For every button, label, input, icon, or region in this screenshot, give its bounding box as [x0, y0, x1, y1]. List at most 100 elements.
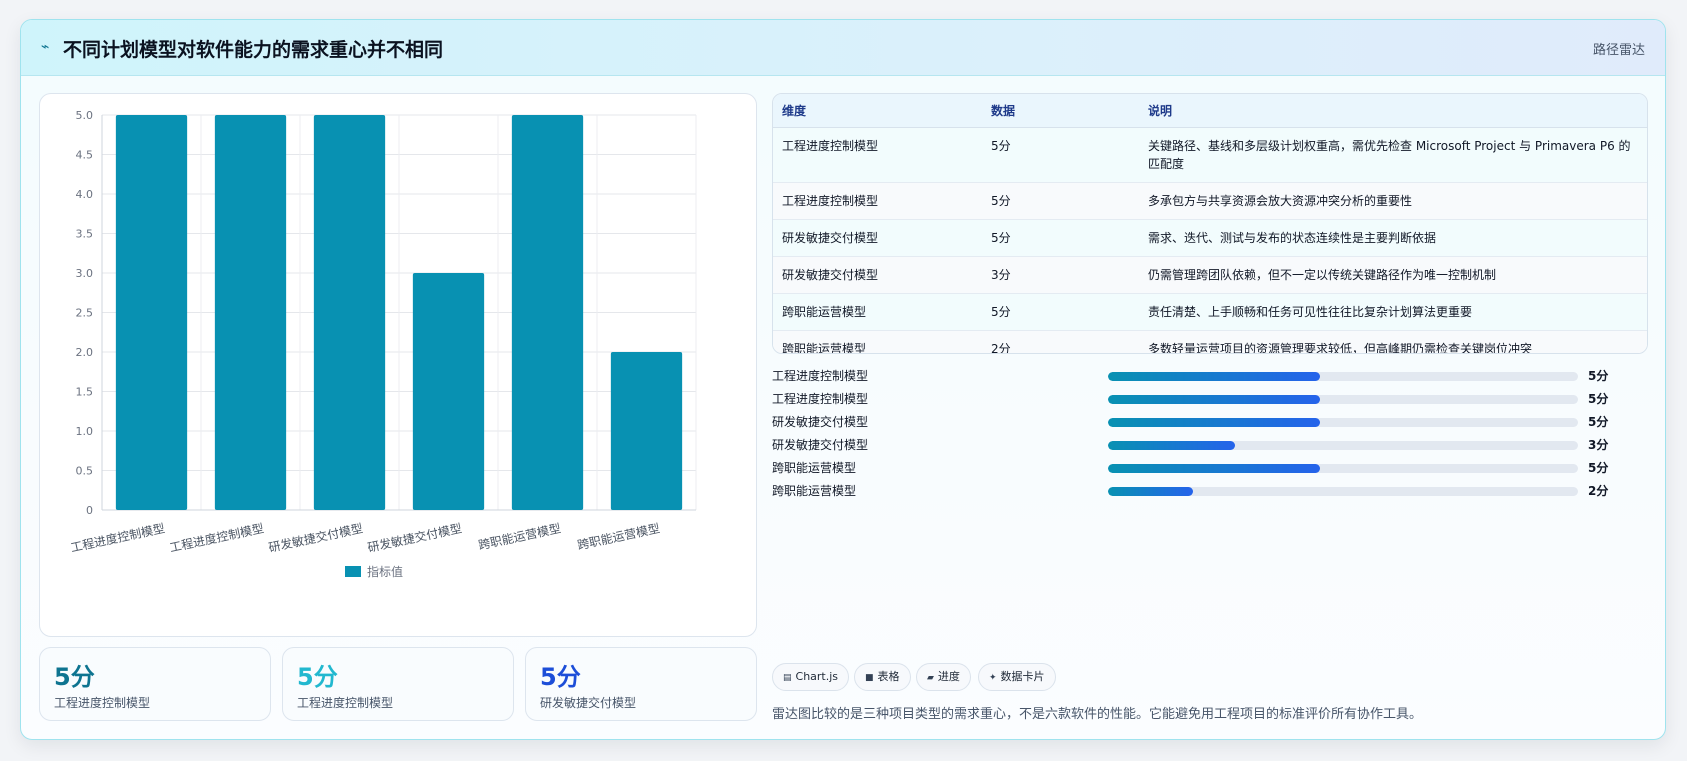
table-row: 研发敏捷交付模型 3分 仍需管理跨团队依赖，但不一定以传统关键路径作为唯一控制机…	[773, 256, 1647, 294]
progress-fill	[1108, 395, 1320, 404]
y-tick-label: 0	[86, 504, 93, 517]
bar-chart: 0 0.5 1.0 1.5 2.0 2.5 3.0 3.5 4.0 4.5 5.0 工程进度控制模型工…	[69, 109, 697, 579]
table-cell: 工程进度控制模型	[773, 182, 982, 220]
chip-label: 数据卡片	[1000, 670, 1045, 683]
kpi-value: 5分	[540, 663, 581, 691]
progress-track	[1108, 372, 1578, 381]
y-tick-label: 1.5	[76, 386, 94, 399]
chip-progress[interactable]: ▰ 进度	[916, 663, 971, 691]
progress-list: 工程进度控制模型 5分 工程进度控制模型 5分 研发敏捷交付模型 5分 研发敏捷…	[772, 362, 1648, 500]
table-cell: 跨职能运营模型	[773, 330, 982, 353]
progress-track	[1108, 418, 1578, 427]
table-cell: 研发敏捷交付模型	[773, 219, 982, 257]
table-cell: 责任清楚、上手顺畅和任务可见性往往比复杂计划算法更重要	[1139, 293, 1647, 331]
progress-row: 研发敏捷交付模型 5分	[772, 408, 1648, 431]
column-header: 说明	[1139, 94, 1647, 128]
x-tick-label: 工程进度控制模型	[69, 520, 166, 555]
footnote: 雷达图比较的是三种项目类型的需求重心，不是六款软件的性能。它能避免用工程项目的标…	[772, 707, 1423, 722]
progress-fill	[1108, 464, 1320, 473]
progress-track	[1108, 487, 1578, 496]
y-tick-label: 2.0	[76, 346, 94, 359]
x-tick-label: 跨职能运营模型	[576, 521, 661, 552]
table-row: 跨职能运营模型 5分 责任清楚、上手顺畅和任务可见性往往比复杂计划算法更重要	[773, 293, 1647, 331]
bar	[214, 115, 287, 510]
chip-data-card[interactable]: ✦ 数据卡片	[978, 663, 1056, 691]
table-cell: 5分	[982, 293, 1139, 331]
y-tick-label: 5.0	[76, 109, 94, 122]
progress-value: 3分	[1588, 438, 1609, 452]
x-tick-label: 研发敏捷交付模型	[267, 520, 364, 555]
legend-swatch	[345, 566, 361, 577]
kpi-card-2: 5分 工程进度控制模型	[282, 647, 514, 721]
x-tick-label: 跨职能运营模型	[477, 521, 562, 552]
progress-label: 工程进度控制模型	[772, 392, 869, 406]
progress-track	[1108, 464, 1578, 473]
data-table: 维度 数据 说明 工程进度控制模型 5分 关键路径、基线和多层级计划权重高，需优…	[772, 93, 1648, 354]
chip-table[interactable]: ■ 表格	[854, 663, 911, 691]
kpi-card-3: 5分 研发敏捷交付模型	[525, 647, 757, 721]
chip-label: 进度	[937, 670, 960, 683]
column-header: 维度	[773, 94, 982, 128]
table-cell: 3分	[982, 256, 1139, 294]
progress-value: 2分	[1588, 484, 1609, 498]
kpi-value: 5分	[297, 663, 338, 691]
table-cell: 5分	[982, 182, 1139, 220]
progress-row: 研发敏捷交付模型 3分	[772, 431, 1648, 454]
activity-icon: ⌁	[41, 39, 50, 55]
progress-row: 跨职能运营模型 5分	[772, 454, 1648, 477]
table-cell: 需求、迭代、测试与发布的状态连续性是主要判断依据	[1139, 219, 1647, 257]
bar	[313, 115, 386, 510]
progress-row: 工程进度控制模型 5分	[772, 362, 1648, 385]
kpi-label: 工程进度控制模型	[54, 696, 151, 710]
progress-fill	[1108, 372, 1320, 381]
table-cell: 5分	[982, 127, 1139, 183]
table-row: 跨职能运营模型 2分 多数轻量运营项目的资源管理要求较低，但高峰期仍需检查关键岗…	[773, 330, 1647, 353]
chip-chartjs[interactable]: ▤ Chart.js	[772, 663, 850, 691]
progress-value: 5分	[1588, 461, 1609, 475]
y-tick-label: 4.5	[76, 149, 94, 162]
y-tick-label: 1.0	[76, 425, 94, 438]
table-row: 研发敏捷交付模型 5分 需求、迭代、测试与发布的状态连续性是主要判断依据	[773, 219, 1647, 257]
legend-label: 指标值	[367, 564, 403, 579]
table-row: 工程进度控制模型 5分 关键路径、基线和多层级计划权重高，需优先检查 Micro…	[773, 127, 1647, 183]
bar	[511, 115, 584, 510]
chip-label: 表格	[877, 670, 900, 683]
bar	[610, 352, 683, 510]
table-cell: 多承包方与共享资源会放大资源冲突分析的重要性	[1139, 182, 1647, 220]
bar	[115, 115, 188, 510]
progress-label: 研发敏捷交付模型	[772, 415, 869, 429]
table-cell: 工程进度控制模型	[773, 127, 982, 183]
progress-row: 工程进度控制模型 5分	[772, 385, 1648, 408]
kpi-value: 5分	[54, 663, 95, 691]
table-cell: 跨职能运营模型	[773, 293, 982, 331]
x-tick-label: 工程进度控制模型	[168, 520, 265, 555]
table-row: 工程进度控制模型 5分 多承包方与共享资源会放大资源冲突分析的重要性	[773, 182, 1647, 220]
header-tag: 路径雷达	[1592, 43, 1645, 58]
table-header-row: 维度 数据 说明	[773, 94, 1647, 128]
table-cell: 2分	[982, 330, 1139, 353]
y-tick-label: 0.5	[76, 465, 94, 478]
card-header: ⌁ 不同计划模型对软件能力的需求重心并不相同 路径雷达	[21, 20, 1665, 76]
progress-fill	[1108, 418, 1320, 427]
kpi-label: 研发敏捷交付模型	[540, 696, 637, 710]
progress-label: 跨职能运营模型	[772, 461, 857, 475]
progress-row: 跨职能运营模型 2分	[772, 477, 1648, 500]
y-tick-label: 3.5	[76, 228, 94, 241]
table-icon: ■	[865, 673, 874, 683]
progress-value: 5分	[1588, 369, 1609, 383]
progress-fill	[1108, 441, 1235, 450]
progress-value: 5分	[1588, 415, 1609, 429]
progress-value: 5分	[1588, 392, 1609, 406]
sparkle-icon: ✦	[989, 673, 997, 683]
report-card: ⌁ 不同计划模型对软件能力的需求重心并不相同 路径雷达 0 0.5 1.0 1.5 2.…	[20, 19, 1666, 740]
bar	[412, 273, 485, 510]
y-tick-label: 3.0	[76, 267, 94, 280]
progress-label: 跨职能运营模型	[772, 484, 857, 498]
table-cell: 仍需管理跨团队依赖，但不一定以传统关键路径作为唯一控制机制	[1139, 256, 1647, 294]
progress-track	[1108, 441, 1578, 450]
page-title: 不同计划模型对软件能力的需求重心并不相同	[63, 39, 444, 61]
progress-label: 研发敏捷交付模型	[772, 438, 869, 452]
table-cell: 多数轻量运营项目的资源管理要求较低，但高峰期仍需检查关键岗位冲突	[1139, 330, 1647, 353]
table-cell: 5分	[982, 219, 1139, 257]
y-tick-label: 2.5	[76, 307, 94, 320]
